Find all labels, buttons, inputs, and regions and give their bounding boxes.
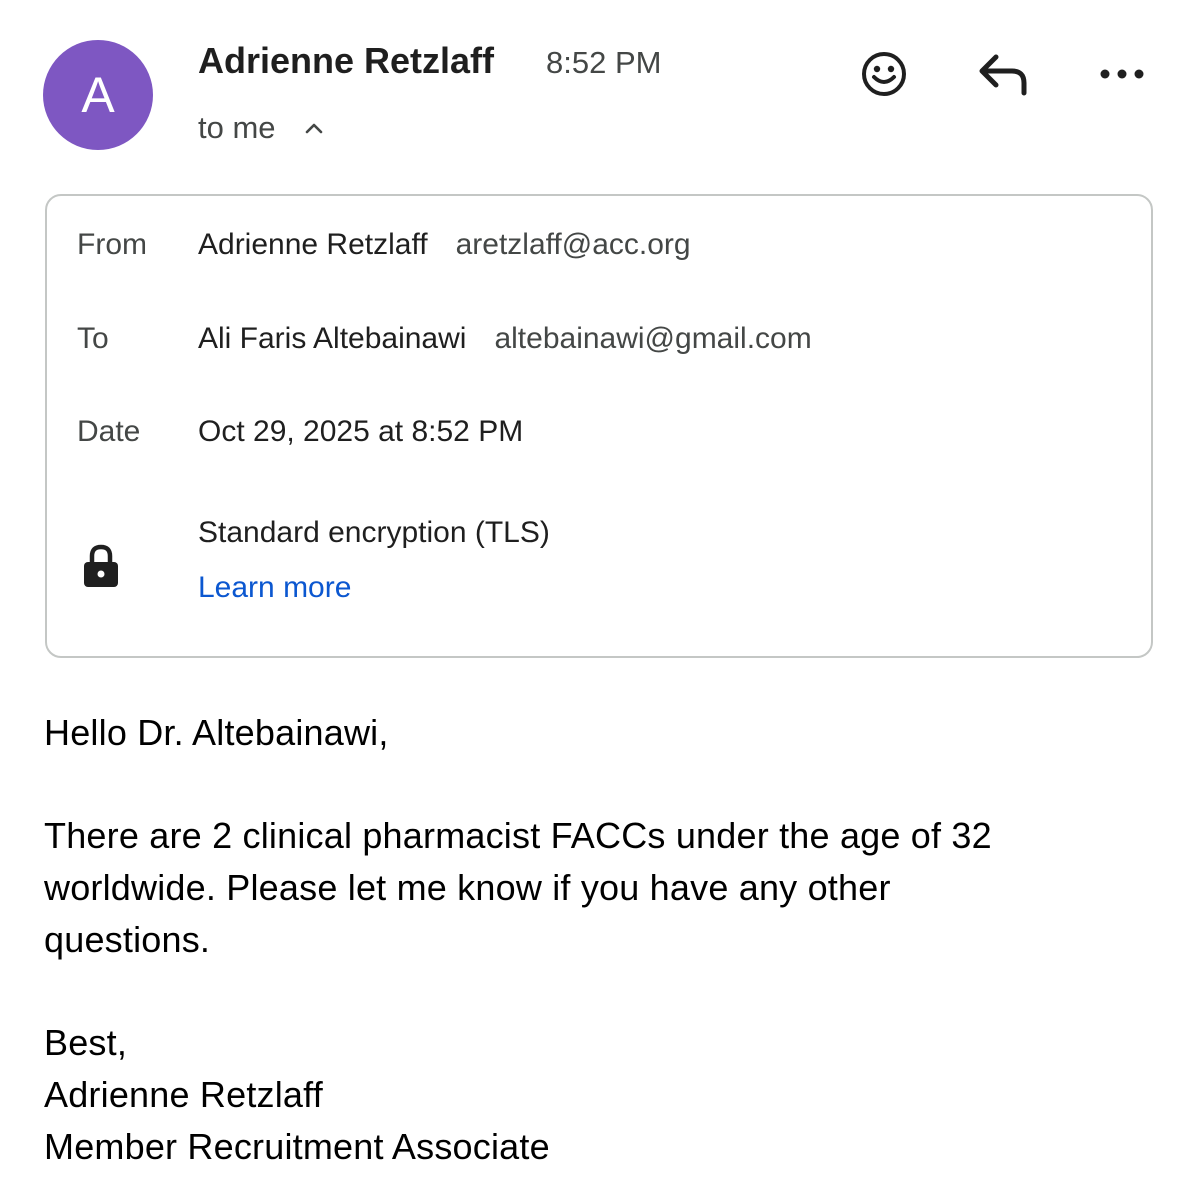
encryption-status: Standard encryption (TLS)	[198, 516, 550, 549]
from-value: Adrienne Retzlaff aretzlaff@acc.org	[198, 228, 691, 262]
message-paragraph: There are 2 clinical pharmacist FACCs un…	[44, 810, 992, 966]
paragraph-line: There are 2 clinical pharmacist FACCs un…	[44, 815, 992, 856]
recipient-label: to me	[198, 110, 276, 145]
paragraph-line: questions.	[44, 919, 211, 960]
chevron-up-icon	[304, 121, 324, 135]
greeting: Hello Dr. Altebainawi,	[44, 712, 389, 753]
to-email[interactable]: altebainawi@gmail.com	[494, 322, 811, 355]
to-value: Ali Faris Altebainawi altebainawi@gmail.c…	[198, 322, 812, 356]
sent-time: 8:52 PM	[546, 45, 662, 80]
sender-name: Adrienne Retzlaff	[198, 40, 495, 81]
signature-name: Adrienne Retzlaff	[44, 1074, 323, 1115]
to-label: To	[77, 322, 109, 355]
sender-avatar[interactable]: A	[43, 40, 153, 150]
recipient-details-toggle[interactable]: to me	[198, 106, 324, 150]
from-label: From	[77, 228, 147, 261]
signoff: Best,	[44, 1022, 128, 1063]
reply-icon	[979, 54, 1027, 96]
from-name: Adrienne Retzlaff	[198, 228, 428, 261]
date-value: Oct 29, 2025 at 8:52 PM	[198, 415, 524, 448]
from-email[interactable]: aretzlaff@acc.org	[456, 228, 691, 261]
signature-block: Best, Adrienne Retzlaff Member Recruitme…	[44, 1017, 550, 1173]
emoji-reaction-icon	[862, 52, 906, 96]
lock-icon	[82, 543, 120, 589]
paragraph-line: worldwide. Please let me know if you hav…	[44, 867, 891, 908]
more-options-icon	[1100, 69, 1144, 79]
signature-title: Member Recruitment Associate	[44, 1126, 550, 1167]
date-label: Date	[77, 415, 141, 448]
learn-more-link[interactable]: Learn more	[198, 571, 351, 605]
more-options-button[interactable]	[1094, 54, 1150, 94]
reply-button[interactable]	[972, 48, 1034, 100]
emoji-reaction-button[interactable]	[856, 46, 912, 102]
to-name: Ali Faris Altebainawi	[198, 322, 467, 355]
